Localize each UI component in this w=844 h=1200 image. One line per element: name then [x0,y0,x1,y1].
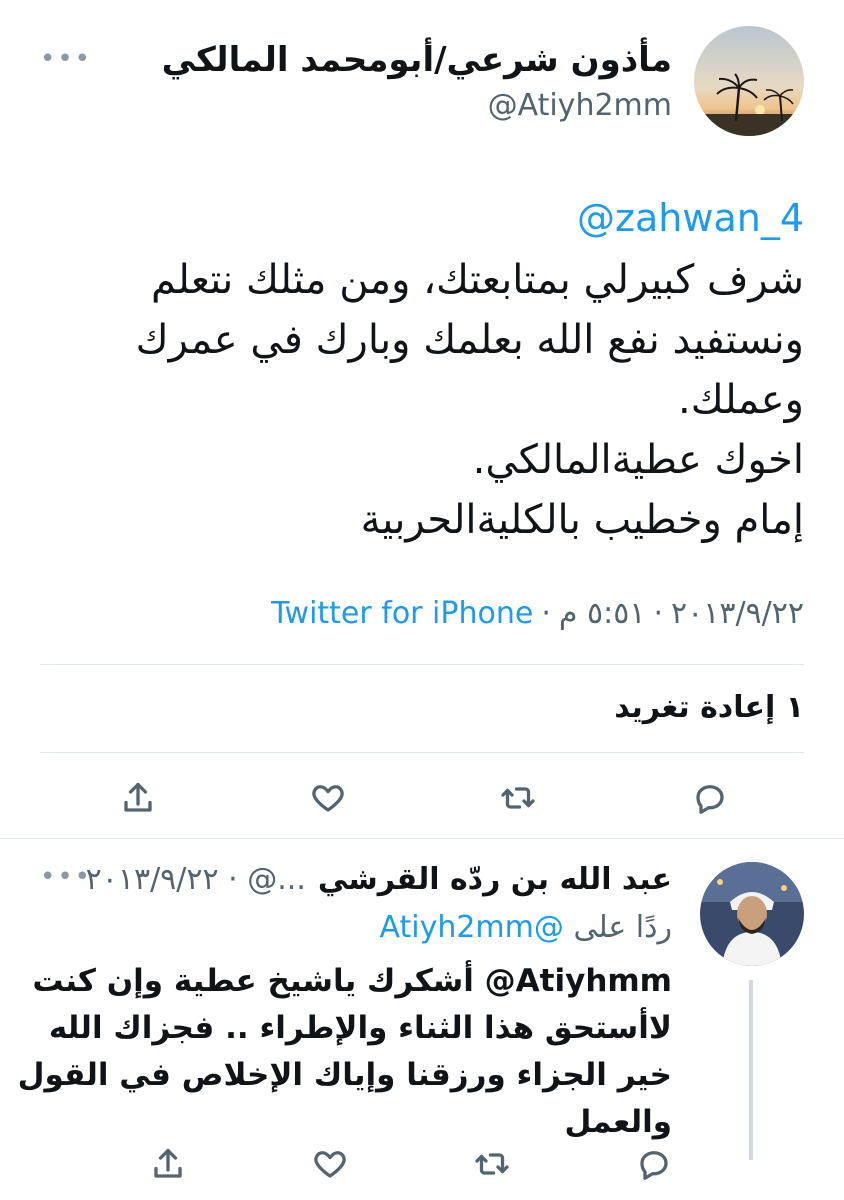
retweet-icon[interactable] [470,1142,514,1186]
reply-icon[interactable] [688,776,732,820]
like-icon[interactable] [308,1142,352,1186]
meta-separator: · [653,596,663,631]
reply-text-line: خير الجزاء ورزقنا وإياك الإخلاص في القول [17,1057,672,1093]
avatar-palm-sunset-image [694,26,804,136]
replying-to-handle[interactable]: @Atiyh2mm [379,910,563,945]
like-icon[interactable] [306,776,350,820]
replying-to-prefix: ردًا على [573,910,672,945]
replying-to: ردًا على @Atiyh2mm [379,910,672,945]
reply-icon[interactable] [632,1142,676,1186]
more-options-icon[interactable]: ••• [40,44,92,74]
user-handle[interactable]: @Atiyh2mm [488,88,672,123]
reply-header: عبد الله بن ردّه القرشي ...@ · ٢٠١٣/٩/٢٢ [86,862,672,897]
reply-text-line: Atiyhmm@ أشكرك ياشيخ عطية وإن كنت [32,963,672,999]
avatar-person-image [700,862,804,966]
tweet-text-line: ونستفيد نفع الله بعلمك وبارك في عمرك [135,317,804,363]
retweet-count[interactable]: ١ إعادة تغريد [614,690,804,725]
tweet-text: شرف كبيرلي بمتابعتك، ومن مثلك نتعلم ونست… [34,250,804,550]
display-name[interactable]: مأذون شرعي/أبومحمد المالكي [162,40,672,80]
tweet-meta: Twitter for iPhone · ٥:٥١ م · ٢٠١٣/٩/٢٢ [271,596,804,631]
tweet-date: ٢٠١٣/٩/٢٢ [670,596,804,631]
tweet-time: ٥:٥١ م [558,596,646,631]
reply-text: Atiyhmm@ أشكرك ياشيخ عطية وإن كنت لاأستح… [17,958,673,1146]
avatar[interactable] [700,862,804,966]
thread-line [749,980,753,1160]
user-handle-date[interactable]: ...@ · ٢٠١٣/٩/٢٢ [86,862,306,897]
tweet-source-link[interactable]: Twitter for iPhone [271,596,533,631]
more-options-icon[interactable]: ••• [40,862,92,892]
tweet-text-line: إمام وخطيب بالكليةالحربية [360,497,804,543]
share-icon[interactable] [116,776,160,820]
reply-text-line: والعمل [564,1104,673,1140]
tweet-text-line: شرف كبيرلي بمتابعتك، ومن مثلك نتعلم [150,257,804,303]
share-icon[interactable] [146,1142,190,1186]
reply-text-line: لاأستحق هذا الثناء والإطراء .. فجزاك الل… [48,1010,672,1046]
mention-link[interactable]: @zahwan_4 [577,196,804,240]
divider [40,752,804,753]
tweet-text-line: اخوك عطيةالمالكي. [472,437,804,483]
divider [40,664,804,665]
avatar[interactable] [694,26,804,136]
section-divider [0,838,844,839]
tweet-text-line: وعملك. [678,377,804,423]
display-name[interactable]: عبد الله بن ردّه القرشي [318,862,672,897]
retweet-icon[interactable] [496,776,540,820]
meta-separator: · [541,596,551,631]
